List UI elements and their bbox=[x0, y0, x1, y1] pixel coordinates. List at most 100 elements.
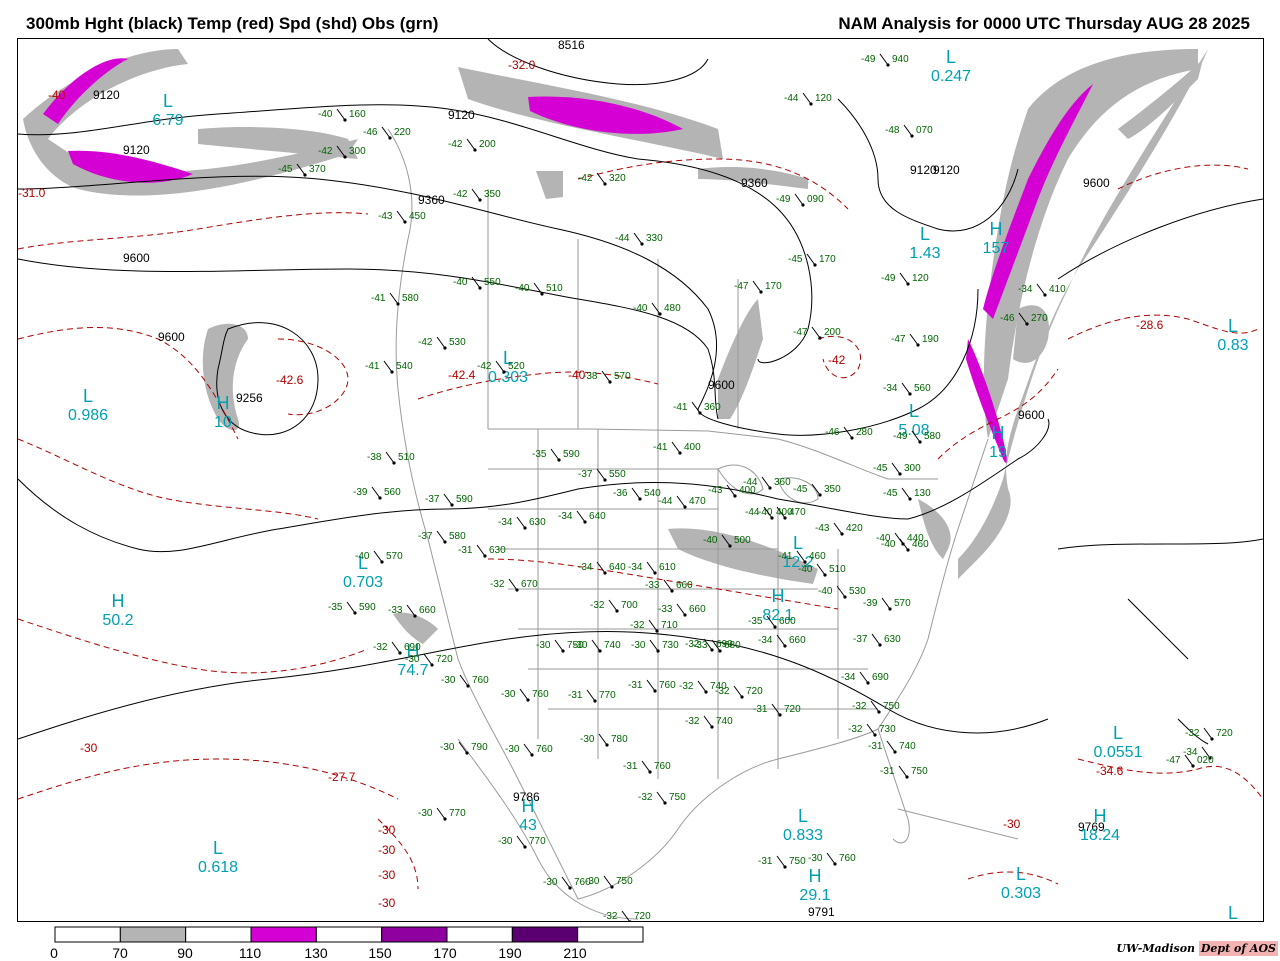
obs-temperature: -44 bbox=[745, 507, 760, 518]
obs-height: 720 bbox=[784, 704, 801, 715]
wind-barb bbox=[516, 835, 526, 848]
obs-temperature: -44 bbox=[743, 477, 758, 488]
obs-temperature: -32 bbox=[1185, 728, 1200, 739]
colorbar-tick: 190 bbox=[498, 945, 522, 961]
obs-height: 570 bbox=[894, 598, 911, 609]
obs-temperature: -32 bbox=[679, 681, 694, 692]
obs-temperature: -45 bbox=[793, 484, 808, 495]
colorbar-tick: 130 bbox=[304, 945, 328, 961]
obs-temperature: -31 bbox=[758, 856, 773, 867]
obs-temperature: -40 bbox=[881, 539, 896, 550]
obs-height: 550 bbox=[484, 277, 501, 288]
obs-height: 200 bbox=[824, 327, 841, 338]
obs-temperature: -41 bbox=[365, 361, 380, 372]
obs-height: 670 bbox=[521, 579, 538, 590]
isotherm bbox=[377, 818, 1059, 890]
height-label: 9600 bbox=[1083, 176, 1110, 190]
obs-temperature: -47 bbox=[734, 281, 749, 292]
obs-temperature: -40 bbox=[453, 277, 468, 288]
obs-height: 190 bbox=[922, 334, 939, 345]
obs-temperature: -34 bbox=[578, 562, 593, 573]
obs-temperature: -37 bbox=[418, 531, 433, 542]
obs-height: 460 bbox=[809, 551, 826, 562]
obs-temperature: -39 bbox=[353, 487, 368, 498]
obs-temperature: -33 bbox=[658, 604, 673, 615]
obs-temperature: -32 bbox=[848, 724, 863, 735]
wind-barb bbox=[598, 733, 608, 746]
wind-barb bbox=[603, 875, 613, 888]
obs-height: 480 bbox=[664, 303, 681, 314]
center-letter: L bbox=[213, 838, 223, 858]
obs-height: 760 bbox=[472, 675, 489, 686]
obs-height: 400 bbox=[684, 442, 701, 453]
center-letter: H bbox=[809, 866, 822, 886]
obs-height: 760 bbox=[536, 744, 553, 755]
center-value: 0.247 bbox=[931, 68, 971, 85]
temperature-label: -30 bbox=[1003, 817, 1021, 831]
contour-9600-south bbox=[18, 631, 1049, 740]
obs-temperature: -30 bbox=[585, 876, 600, 887]
wind-barb bbox=[471, 276, 481, 289]
obs-height: 940 bbox=[892, 54, 909, 65]
wind-barb bbox=[519, 688, 529, 701]
center-value: 157 bbox=[983, 240, 1010, 257]
center-letter: H bbox=[990, 219, 1003, 239]
obs-height: 630 bbox=[489, 545, 506, 556]
obs-height: 460 bbox=[912, 539, 929, 550]
obs-height: 020 bbox=[1197, 755, 1214, 766]
obs-temperature: -49 bbox=[881, 273, 896, 284]
obs-temperature: -30 bbox=[573, 640, 588, 651]
obs-height: 550 bbox=[609, 469, 626, 480]
obs-temperature: -41 bbox=[778, 551, 793, 562]
obs-temperature: -40 bbox=[318, 109, 333, 120]
colorbar-segment bbox=[250, 926, 317, 943]
wind-barb bbox=[806, 253, 816, 266]
temperature-label: -34.6 bbox=[1096, 764, 1124, 778]
wind-barb bbox=[586, 689, 596, 702]
obs-height: 580 bbox=[924, 431, 941, 442]
obs-temperature: -37 bbox=[425, 494, 440, 505]
center-letter: L bbox=[909, 401, 919, 421]
obs-height: 750 bbox=[669, 792, 686, 803]
contour-9600-north bbox=[1057, 198, 1263, 280]
obs-height: 160 bbox=[349, 109, 366, 120]
wind-barb bbox=[703, 715, 713, 728]
isotherm bbox=[18, 438, 319, 520]
wind-barb bbox=[550, 448, 560, 461]
obs-height: 740 bbox=[716, 716, 733, 727]
credit: UW-Madison Dept of AOS bbox=[1116, 941, 1278, 956]
temperature-label: -28.6 bbox=[1136, 318, 1164, 332]
obs-temperature: -45 bbox=[873, 463, 888, 474]
obs-height: 200 bbox=[479, 139, 496, 150]
obs-temperature: -38 bbox=[583, 371, 598, 382]
obs-temperature: -31 bbox=[868, 741, 883, 752]
obs-height: 330 bbox=[646, 233, 663, 244]
wind-barb bbox=[631, 487, 641, 500]
obs-temperature: -32 bbox=[852, 701, 867, 712]
obs-height: 660 bbox=[789, 635, 806, 646]
wind-barb bbox=[458, 741, 468, 754]
wind-barb bbox=[523, 743, 533, 756]
wind-barb bbox=[576, 510, 586, 523]
obs-temperature: -37 bbox=[578, 469, 593, 480]
obs-height: 300 bbox=[904, 463, 921, 474]
obs-temperature: -36 bbox=[613, 488, 628, 499]
obs-temperature: -30 bbox=[405, 654, 420, 665]
wind-barb bbox=[811, 326, 821, 339]
center-value: 43 bbox=[519, 817, 537, 834]
center-letter: L bbox=[793, 533, 803, 553]
obs-height: 510 bbox=[398, 452, 415, 463]
obs-height: 610 bbox=[659, 562, 676, 573]
obs-temperature: -33 bbox=[693, 640, 708, 651]
wind-barb bbox=[898, 765, 908, 778]
wind-barb bbox=[879, 53, 889, 66]
obs-height: 730 bbox=[879, 724, 896, 735]
center-letter: L bbox=[798, 806, 808, 826]
wind-barb bbox=[733, 685, 743, 698]
obs-height: 300 bbox=[349, 146, 366, 157]
obs-temperature: -30 bbox=[536, 640, 551, 651]
colorbar-segment bbox=[381, 926, 448, 943]
obs-temperature: -31 bbox=[628, 680, 643, 691]
obs-height: 660 bbox=[689, 604, 706, 615]
wind-barb bbox=[608, 599, 618, 612]
